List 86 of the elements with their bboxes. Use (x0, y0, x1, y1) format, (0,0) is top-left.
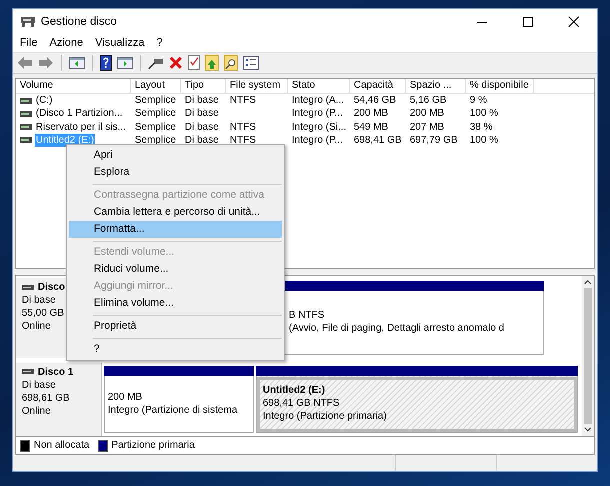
table-cell: Di base (185, 107, 219, 120)
drive-icon (22, 369, 34, 376)
column-header[interactable]: % disponibile (466, 78, 534, 93)
table-cell: NTFS (230, 94, 256, 107)
column-header[interactable]: Capacità (350, 78, 406, 93)
table-cell: 100 % (470, 134, 498, 147)
table-cell: 697,79 GB (410, 134, 458, 147)
menu-item[interactable]: ? (156, 37, 163, 50)
drive-icon (20, 136, 32, 144)
table-cell: NTFS (230, 120, 256, 134)
context-menu-item[interactable]: Apri (67, 147, 284, 164)
partition-block[interactable]: Untitled2 (E:) 698,41 GB NTFS Integro (Partizione primaria) (256, 376, 578, 434)
table-cell: Integro (Si... (292, 120, 346, 134)
table-cell: 9 % (470, 94, 488, 107)
table-cell: 200 MB (410, 107, 444, 120)
table-cell: 207 MB (410, 120, 444, 134)
table-cell: Semplice (135, 107, 176, 120)
window-title: Gestione disco (41, 16, 118, 28)
table-cell: Semplice (135, 120, 176, 134)
context-menu-item[interactable]: Esplora (67, 164, 284, 181)
disk-status: Online (22, 404, 52, 418)
partition-info: (Avvio, File di paging, Dettagli arresto anomalo d (289, 322, 506, 336)
drive-icon (20, 123, 32, 132)
context-menu-item[interactable]: Formatta... (69, 221, 282, 238)
table-cell: Integro (P... (292, 107, 343, 120)
disk-name: Disco (38, 281, 66, 294)
search-icon[interactable] (224, 54, 238, 71)
partition-info: Integro (Partizione di sistema (108, 404, 239, 417)
table-cell: 54,46 GB (354, 94, 396, 107)
table-cell: Semplice (135, 94, 176, 107)
scroll-down-icon[interactable] (583, 426, 593, 434)
column-header[interactable]: Volume (16, 78, 131, 93)
menu-item[interactable]: Azione (50, 37, 84, 50)
disk-type: Di base (22, 378, 57, 392)
table-cell: Di base (185, 134, 219, 147)
delete-icon[interactable] (169, 56, 183, 70)
table-cell: 38 % (470, 120, 493, 134)
table-cell: NTFS (230, 134, 256, 147)
table-cell: Di base (185, 94, 219, 107)
column-header[interactable]: Stato (288, 78, 350, 93)
scroll-up-icon[interactable] (583, 278, 593, 286)
partition-title: Untitled2 (E:) (263, 384, 326, 398)
table-cell: Integro (P... (292, 134, 343, 147)
table-cell: 5,16 GB (410, 94, 447, 107)
drive-icon (20, 110, 32, 118)
disk-name: Disco 1 (38, 366, 74, 379)
table-cell: 549 MB (354, 120, 388, 134)
disk-drive-icon (20, 15, 36, 29)
drive-entry[interactable]: Riservato per il sis... (35, 120, 128, 134)
partition-info: Integro (Partizione primaria) (263, 410, 388, 424)
drive-entry[interactable]: (Disco 1 Partizion... (35, 107, 124, 120)
disk-size: 698,61 GB (22, 392, 71, 405)
table-cell: Semplice (135, 134, 176, 147)
legend-label: Non allocata (34, 440, 90, 452)
menu-item[interactable]: File (20, 37, 38, 50)
column-header[interactable]: Layout (131, 78, 181, 93)
drive-entry[interactable]: (C:) (35, 94, 54, 107)
context-menu-item[interactable]: Riduci volume... (67, 261, 284, 278)
context-menu-item[interactable]: Cambia lettera e percorso di unità... (67, 204, 284, 221)
scrollbar[interactable] (582, 276, 594, 436)
folder-up-icon[interactable] (205, 54, 219, 71)
panel-icon[interactable] (69, 56, 85, 70)
column-header[interactable]: File system (226, 78, 288, 93)
back-arrow-icon[interactable] (17, 56, 33, 70)
checklist-icon[interactable] (188, 55, 200, 70)
partition-block[interactable]: 200 MB Integro (Partizione di sistema (104, 376, 254, 434)
help-book-icon[interactable] (100, 54, 112, 71)
table-cell: 200 MB (354, 107, 388, 120)
partition-info: B NTFS (289, 309, 326, 322)
drive-icon (22, 284, 34, 291)
drive-icon (20, 96, 32, 104)
panel-icon[interactable] (117, 56, 133, 70)
forward-arrow-icon[interactable] (38, 56, 54, 70)
disk-label-panel[interactable]: Disco 1 Di base 698,61 GB Online (16, 362, 102, 436)
table-cell: 698,41 GB (354, 134, 402, 147)
legend-label: Partizione primaria (112, 440, 195, 452)
table-cell: Integro (A... (292, 94, 344, 107)
menu-item[interactable]: Visualizza (95, 37, 145, 50)
table-cell: 100 % (470, 107, 498, 120)
properties-icon[interactable] (243, 56, 259, 70)
column-header[interactable]: Tipo (181, 78, 226, 93)
table-cell: Di base (185, 120, 219, 134)
disk-size: 55,00 GB (22, 307, 66, 320)
column-header[interactable]: Spazio ... (406, 78, 466, 93)
partition-info: 698,41 GB NTFS (263, 397, 341, 410)
partition-info: 200 MB (108, 390, 144, 404)
